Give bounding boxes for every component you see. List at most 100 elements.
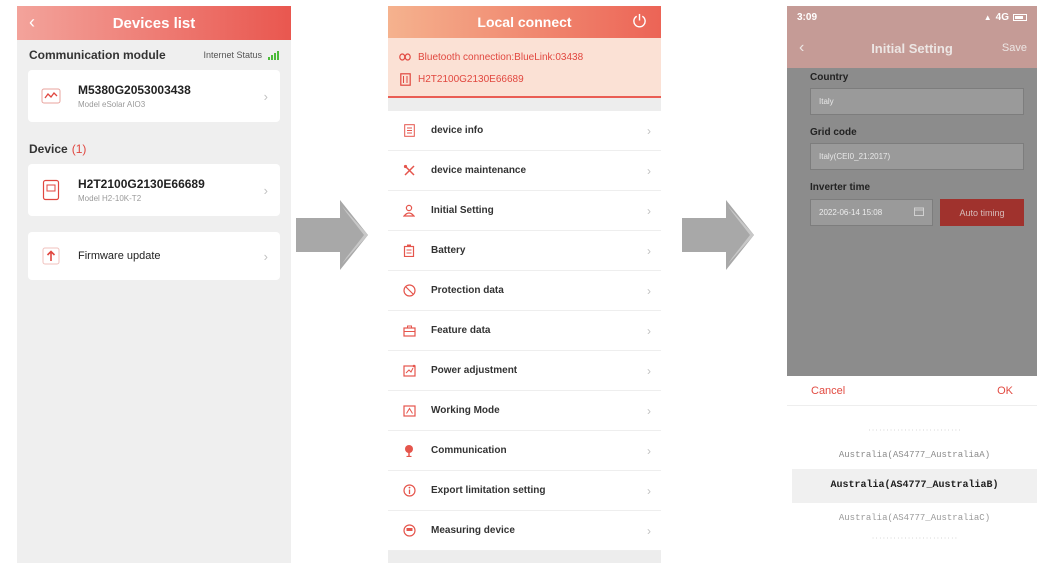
inverter-time-value: 2022-06-14 15:08 [819, 208, 883, 217]
network-type: 4G [995, 11, 1009, 23]
picker-option-selected[interactable]: Australia(AS4777_AustraliaB) [792, 469, 1037, 503]
header-bar: ‹ Devices list [17, 6, 291, 40]
menu-item-label: Power adjustment [431, 365, 518, 376]
ok-button[interactable]: OK [997, 385, 1013, 397]
chevron-right-icon: › [647, 323, 651, 338]
nav-bar: ‹ Initial Setting Save [787, 28, 1037, 68]
chevron-right-icon: › [647, 403, 651, 418]
module-model: Model eSolar AIO3 [78, 100, 146, 109]
menu-item-device-info[interactable]: device info › [388, 111, 661, 151]
module-card[interactable]: M5380G2053003438 Model eSolar AIO3 › [28, 70, 280, 122]
picker-option[interactable]: Australia(AS4777_AustraliaC) [792, 509, 1037, 527]
device-label: Device [29, 142, 68, 156]
auto-timing-button[interactable]: Auto timing [940, 199, 1024, 226]
internet-status: Internet Status [203, 50, 279, 60]
flow-arrow-icon [296, 200, 368, 270]
signal-icon [268, 50, 279, 60]
initial-setting-screen: 3:09 ▲ 4G ‹ Initial Setting Save Country… [787, 6, 1037, 563]
menu-item-communication[interactable]: Communication › [388, 431, 661, 471]
chevron-right-icon: › [263, 248, 268, 264]
meter-icon [402, 524, 416, 538]
country-field[interactable]: Italy [810, 88, 1024, 115]
menu-item-power-adjustment[interactable]: Power adjustment › [388, 351, 661, 391]
firmware-update-label: Firmware update [78, 250, 161, 262]
picker-option-faded[interactable]: ·························· [792, 426, 1037, 436]
menu-item-label: Measuring device [431, 525, 515, 536]
chevron-right-icon: › [647, 163, 651, 178]
person-icon [402, 204, 416, 218]
menu-item-label: Communication [431, 445, 507, 456]
chevron-left-icon[interactable]: ‹ [29, 12, 35, 33]
chevron-right-icon: › [647, 123, 651, 138]
grid-code-field[interactable]: Italy(CEI0_21:2017) [810, 143, 1024, 170]
picker-option-faded[interactable]: ························ [792, 534, 1037, 544]
save-button[interactable]: Save [1002, 42, 1027, 54]
tools-icon [402, 164, 416, 178]
page-title: Devices list [112, 14, 196, 32]
menu-item-label: Protection data [431, 285, 504, 296]
communication-module-row: Communication module Internet Status [17, 40, 291, 70]
country-label: Country [810, 72, 849, 83]
upload-icon [36, 247, 66, 265]
menu-item-measuring-device[interactable]: Measuring device › [388, 511, 661, 551]
info-icon [402, 484, 416, 498]
calendar-icon [914, 207, 924, 218]
chevron-right-icon: › [647, 203, 651, 218]
chevron-right-icon: › [647, 243, 651, 258]
menu-item-working-mode[interactable]: Working Mode › [388, 391, 661, 431]
menu-item-label: Battery [431, 245, 466, 256]
menu-item-initial-setting[interactable]: Initial Setting › [388, 191, 661, 231]
menu-item-label: Export limitation setting [431, 485, 546, 496]
dimmed-form-overlay: 3:09 ▲ 4G ‹ Initial Setting Save Country… [787, 6, 1037, 376]
power-icon[interactable] [632, 13, 647, 28]
chevron-right-icon: › [263, 182, 268, 198]
page-title: Initial Setting [871, 40, 953, 56]
menu-item-label: Feature data [431, 325, 491, 336]
inverter-icon [398, 72, 412, 86]
connection-info: Bluetooth connection:BlueLink:03438 H2T2… [388, 38, 661, 98]
menu-item-protection-data[interactable]: Protection data › [388, 271, 661, 311]
chevron-right-icon: › [647, 363, 651, 378]
chevron-right-icon: › [263, 88, 268, 104]
grid-code-label: Grid code [810, 127, 857, 138]
menu-item-label: Initial Setting [431, 205, 494, 216]
menu-item-label: device maintenance [431, 165, 527, 176]
chevron-right-icon: › [647, 483, 651, 498]
document-icon [402, 124, 416, 138]
picker-option[interactable]: Australia(AS4777_AustraliaA) [792, 446, 1037, 464]
device-serial: H2T2100G2130E66689 [78, 177, 205, 191]
bluetooth-row: Bluetooth connection:BlueLink:03438 [398, 46, 651, 68]
menu-item-battery[interactable]: Battery › [388, 231, 661, 271]
header-bar: Local connect [388, 6, 661, 38]
link-icon [398, 53, 412, 61]
inverter-icon [36, 179, 66, 201]
devices-list-screen: ‹ Devices list Communication module Inte… [17, 6, 291, 563]
inverter-time-label: Inverter time [810, 182, 871, 193]
menu-item-export-limitation-setting[interactable]: Export limitation setting › [388, 471, 661, 511]
battery-icon [402, 244, 416, 258]
power-adjust-icon [402, 364, 416, 378]
device-count: (1) [71, 142, 87, 156]
flow-arrow-icon [682, 200, 754, 270]
picker-toolbar: Cancel OK [787, 376, 1037, 406]
chevron-left-icon[interactable]: ‹ [799, 39, 804, 57]
local-connect-screen: Local connect Bluetooth connection:BlueL… [388, 6, 661, 563]
status-indicators: ▲ 4G [984, 12, 1027, 23]
menu-item-label: device info [431, 125, 484, 136]
antenna-icon [402, 444, 416, 458]
chevron-right-icon: › [647, 443, 651, 458]
battery-icon [1013, 13, 1027, 21]
internet-status-label: Internet Status [203, 50, 262, 60]
inverter-time-field[interactable]: 2022-06-14 15:08 [810, 199, 933, 226]
tutorial-stage: ‹ Devices list Communication module Inte… [0, 0, 1037, 563]
bluetooth-connection-text: Bluetooth connection:BlueLink:03438 [418, 51, 584, 63]
firmware-update-card[interactable]: Firmware update › [28, 232, 280, 280]
device-card[interactable]: H2T2100G2130E66689 Model H2-10K-T2 › [28, 164, 280, 216]
page-title: Local connect [477, 14, 572, 30]
cancel-button[interactable]: Cancel [811, 385, 845, 397]
signal-icon: ▲ [983, 12, 992, 22]
mode-icon [402, 404, 416, 418]
chevron-right-icon: › [647, 523, 651, 538]
menu-item-device-maintenance[interactable]: device maintenance › [388, 151, 661, 191]
menu-item-feature-data[interactable]: Feature data › [388, 311, 661, 351]
